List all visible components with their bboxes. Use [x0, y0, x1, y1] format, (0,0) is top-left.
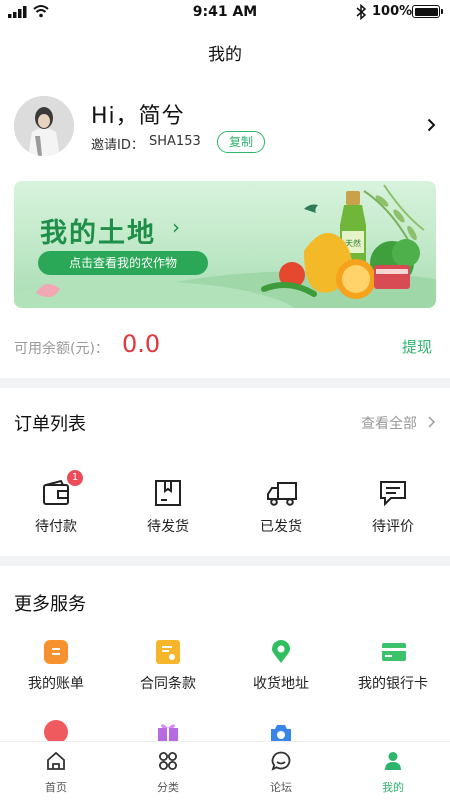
unpaid-count-badge: 1: [67, 470, 83, 486]
bluetooth-icon: [356, 4, 367, 20]
box-icon: [155, 480, 181, 506]
battery-icon: [412, 5, 443, 18]
tab-home[interactable]: 首页: [0, 750, 112, 795]
banner-arrow-icon: ›: [172, 215, 180, 239]
order-item-label: 待发货: [147, 519, 189, 535]
invite-id-value: SHA153: [149, 134, 201, 149]
view-crops-button[interactable]: 点击查看我的农作物: [38, 251, 208, 275]
profile-icon: [385, 752, 401, 770]
service-item-label: 合同条款: [140, 676, 196, 692]
service-contract-terms[interactable]: 合同条款: [112, 640, 224, 693]
truck-icon: [267, 482, 297, 506]
status-bar: 9:41 AM 100%: [0, 0, 450, 26]
order-pending-review[interactable]: 待评价: [337, 478, 449, 536]
tab-forum[interactable]: 论坛: [225, 750, 337, 795]
section-divider: [0, 556, 450, 566]
banner-title: 我的土地: [40, 218, 156, 249]
order-item-label: 待评价: [372, 519, 414, 535]
bill-icon: [44, 640, 68, 664]
battery-percentage: 100%: [372, 4, 413, 19]
page-title: 我的: [208, 45, 242, 65]
user-greeting: Hi，简兮: [91, 104, 185, 129]
tab-label: 我的: [382, 781, 404, 794]
order-item-label: 已发货: [260, 519, 302, 535]
home-icon: [47, 751, 65, 770]
profile-header[interactable]: Hi，简兮 邀请ID： SHA153 复制: [0, 92, 450, 162]
balance-label: 可用余额(元)：: [14, 341, 109, 357]
chevron-right-icon[interactable]: [428, 416, 435, 428]
section-divider: [0, 378, 450, 388]
contract-icon: [156, 640, 180, 664]
balance-value: 0.0: [122, 330, 161, 358]
order-pending-payment[interactable]: 1 待付款: [0, 470, 112, 536]
forum-icon: [271, 751, 291, 771]
location-icon: [269, 640, 293, 664]
service-item-label: 我的账单: [28, 676, 84, 692]
orders-section-title: 订单列表: [14, 414, 86, 435]
withdraw-button[interactable]: 提现: [402, 336, 432, 357]
tab-label: 论坛: [270, 781, 292, 794]
category-icon: [159, 752, 177, 770]
wallet-icon: [43, 479, 69, 505]
invite-id-label: 邀请ID：: [91, 138, 144, 153]
services-section-title: 更多服务: [14, 594, 86, 615]
bottle-label-text: 天然: [345, 238, 361, 248]
bottom-tab-bar: 首页 分类 论坛 我的: [0, 741, 450, 800]
service-bank-card[interactable]: 我的银行卡: [337, 640, 449, 693]
avatar[interactable]: [14, 96, 74, 156]
chevron-right-icon[interactable]: [427, 118, 436, 132]
order-item-label: 待付款: [35, 519, 77, 535]
service-shipping-address[interactable]: 收货地址: [225, 640, 337, 693]
copy-invite-button[interactable]: 复制: [217, 131, 265, 153]
view-all-orders-link[interactable]: 查看全部: [361, 413, 417, 433]
tab-profile[interactable]: 我的: [337, 750, 449, 795]
service-item-label: 收货地址: [253, 676, 309, 692]
balance-row: 可用余额(元)： 0.0 提现: [0, 330, 450, 364]
tab-label: 分类: [157, 781, 179, 794]
service-my-bill[interactable]: 我的账单: [0, 640, 112, 693]
service-item-label: 我的银行卡: [358, 676, 428, 692]
tab-label: 首页: [45, 781, 67, 794]
my-land-banner[interactable]: 天然 我的土地 › 点击查看我的农作物: [14, 181, 436, 308]
order-shipped[interactable]: 已发货: [225, 478, 337, 536]
tab-category[interactable]: 分类: [112, 750, 224, 795]
order-pending-shipment[interactable]: 待发货: [112, 478, 224, 536]
bank-card-icon: [381, 640, 406, 664]
comment-icon: [380, 481, 406, 507]
